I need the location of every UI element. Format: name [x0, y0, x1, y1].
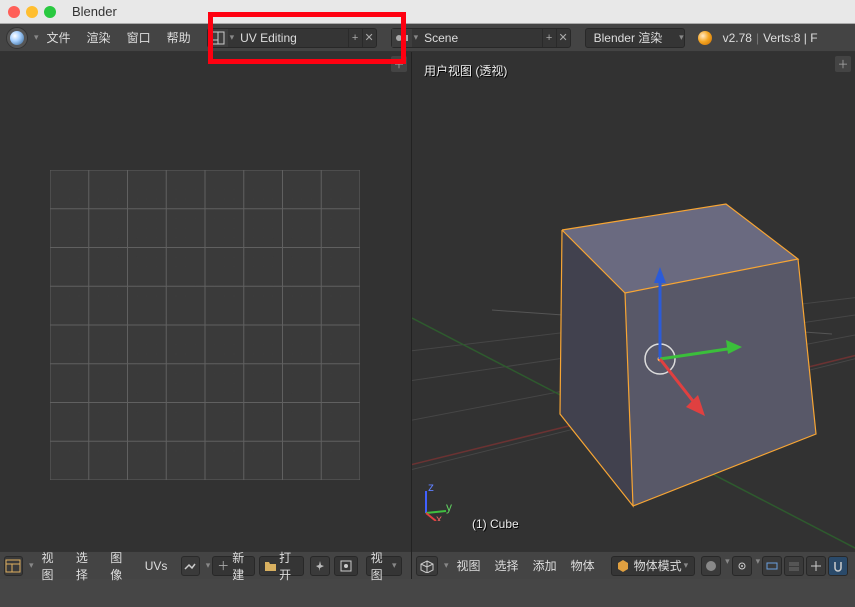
version-text: v2.78	[723, 31, 752, 45]
editor-type-selector[interactable]	[6, 27, 28, 49]
layout-remove-button[interactable]: ✕	[362, 29, 376, 47]
object-mode-icon	[616, 559, 630, 573]
workspace: ＋	[0, 52, 855, 579]
scene-label: Scene	[418, 31, 541, 45]
close-button[interactable]	[8, 6, 20, 18]
object-name-text: (1) Cube	[472, 517, 519, 531]
info-header: ▾ 文件 渲染 窗口 帮助 ▾ UV Editing + ✕ ▾ Scene +…	[0, 24, 855, 52]
split-area-handle[interactable]: ＋	[391, 56, 407, 72]
engine-label: Blender 渲染	[588, 29, 677, 46]
minimize-button[interactable]	[26, 6, 38, 18]
chevron-down-icon: ▾	[684, 560, 689, 571]
window-title: Blender	[72, 4, 117, 19]
3d-menu-view[interactable]: 视图	[451, 554, 487, 577]
svg-text:z: z	[428, 481, 434, 494]
chevron-down-icon: ▾	[444, 560, 449, 571]
chevron-down-icon: ▾	[392, 560, 397, 571]
split-area-handle[interactable]: ＋	[835, 56, 851, 72]
uv-grid	[50, 170, 360, 480]
chevron-down-icon: ▾	[725, 556, 730, 576]
scene-add-button[interactable]: +	[542, 29, 556, 47]
chevron-down-icon: ▾	[206, 560, 211, 571]
maximize-button[interactable]	[44, 6, 56, 18]
view-mode-label: 视图	[371, 549, 390, 583]
3d-menu-object[interactable]: 物体	[565, 554, 601, 577]
viewport3d-canvas[interactable]: ＋ 用户视图 (透视)	[412, 52, 855, 551]
shading-button[interactable]	[701, 556, 721, 576]
window-titlebar: Blender	[0, 0, 855, 24]
viewport3d-pane: ＋ 用户视图 (透视)	[412, 52, 855, 579]
separator: |	[756, 31, 759, 45]
uv-editor-footer: ▾ 视图 选择 图像 UVs ▾ ＋ 新建 打开	[0, 551, 411, 579]
menu-file[interactable]: 文件	[39, 26, 79, 49]
editor-type-3d-icon[interactable]	[416, 556, 438, 576]
menu-help[interactable]: 帮助	[159, 26, 199, 49]
3d-menu-select[interactable]: 选择	[489, 554, 525, 577]
blender-logo-icon	[695, 28, 715, 48]
svg-text:y: y	[446, 500, 452, 514]
uv-canvas[interactable]: ＋	[0, 52, 411, 551]
editor-type-uv-icon[interactable]	[4, 556, 23, 576]
scene-icon	[392, 29, 412, 47]
axis-indicator: z y x	[418, 481, 458, 521]
viewport-header-text: 用户视图 (透视)	[424, 62, 507, 79]
uv-menu-uvs[interactable]: UVs	[139, 556, 174, 576]
layers-button-2[interactable]	[784, 556, 804, 576]
chevron-down-icon: ▾	[679, 32, 684, 43]
uv-menu-view[interactable]: 视图	[36, 546, 68, 586]
pin-button[interactable]	[310, 556, 330, 576]
engine-selector[interactable]: Blender 渲染 ▾	[585, 28, 685, 48]
new-image-label: 新建	[232, 549, 250, 583]
mode-selector[interactable]: 物体模式 ▾	[611, 556, 696, 576]
uv-menu-select[interactable]: 选择	[70, 546, 102, 586]
stats-text: Verts:8 | F	[763, 31, 817, 45]
snap-button[interactable]	[828, 556, 848, 576]
cube-render	[452, 92, 852, 542]
image-datablock-icon[interactable]	[181, 556, 200, 576]
svg-text:x: x	[436, 512, 442, 521]
open-image-label: 打开	[279, 549, 299, 583]
view-mode-selector[interactable]: 视图 ▾	[366, 556, 402, 576]
mode-label: 物体模式	[634, 557, 682, 574]
chevron-down-icon: ▾	[756, 556, 761, 576]
scene-remove-button[interactable]: ✕	[556, 29, 570, 47]
uv-menu-image[interactable]: 图像	[104, 546, 136, 586]
layout-icon	[208, 29, 228, 47]
scene-selector[interactable]: ▾ Scene + ✕	[391, 28, 571, 48]
layout-add-button[interactable]: +	[348, 29, 362, 47]
chevron-down-icon: ▾	[29, 560, 34, 571]
layers-button-1[interactable]	[762, 556, 782, 576]
new-image-button[interactable]: ＋ 新建	[212, 556, 255, 576]
transform-orientation-button[interactable]	[806, 556, 826, 576]
open-image-button[interactable]: 打开	[259, 556, 304, 576]
layout-label: UV Editing	[234, 31, 347, 45]
uv-editor-pane: ＋	[0, 52, 412, 579]
layout-selector[interactable]: ▾ UV Editing + ✕	[207, 28, 377, 48]
3d-menu-add[interactable]: 添加	[527, 554, 563, 577]
menu-window[interactable]: 窗口	[119, 26, 159, 49]
pivot-selector[interactable]	[334, 556, 358, 576]
pivot-point-button[interactable]	[732, 556, 752, 576]
menu-render[interactable]: 渲染	[79, 26, 119, 49]
viewport3d-footer: ▾ 视图 选择 添加 物体 物体模式 ▾ ▾ ▾	[412, 551, 855, 579]
